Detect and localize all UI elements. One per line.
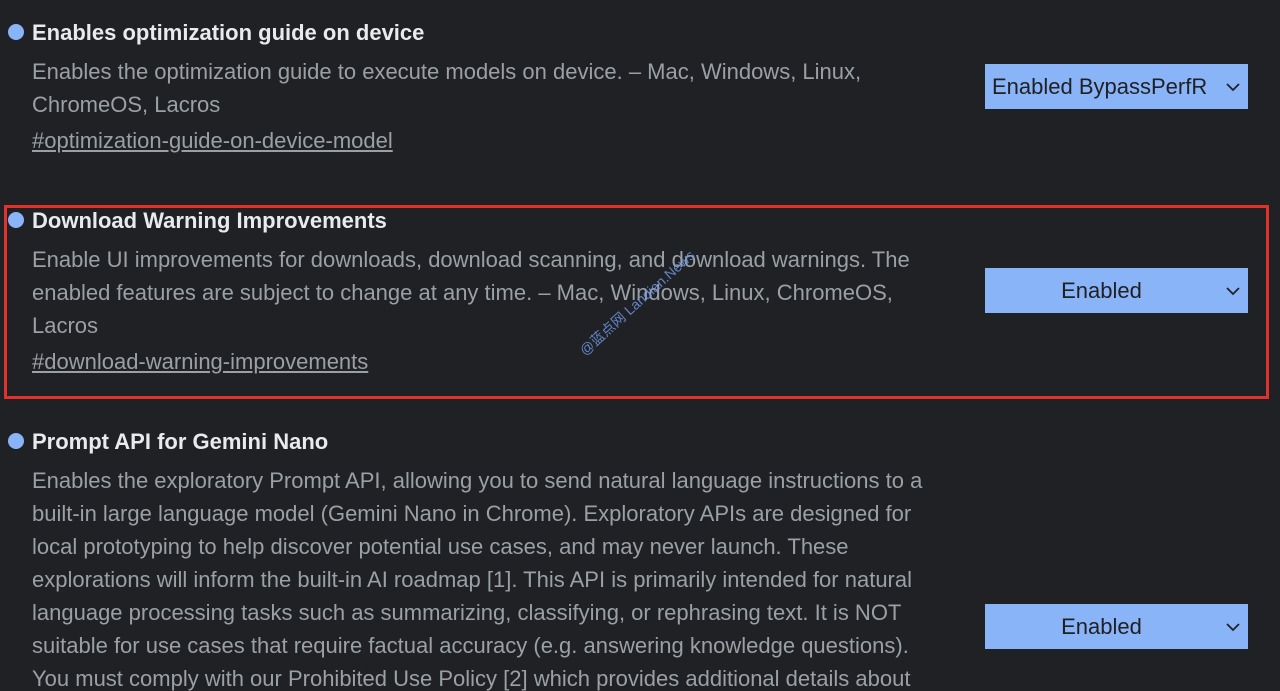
experiment-state-select[interactable]: Enabled	[985, 604, 1248, 649]
experiment-title: Enables optimization guide on device	[32, 20, 425, 45]
description-line: language processing tasks such as summar…	[32, 600, 902, 625]
experiment-description: Enables the optimization guide to execut…	[32, 55, 861, 121]
description-line: You must comply with our Prohibited Use …	[32, 666, 911, 691]
chevron-down-icon	[1218, 268, 1248, 313]
select-value: Enabled	[1061, 613, 1142, 639]
experiment-title: Download Warning Improvements	[32, 208, 387, 233]
chevron-down-icon	[1218, 64, 1248, 109]
select-value: Enabled	[1061, 277, 1142, 303]
experiment-state-select[interactable]: Enabled BypassPerfR	[985, 64, 1248, 109]
experiment-dot-icon	[8, 212, 24, 228]
experiment-dot-icon	[8, 24, 24, 40]
experiment-description: Enables the exploratory Prompt API, allo…	[32, 464, 922, 691]
description-line: Enables the optimization guide to execut…	[32, 59, 862, 84]
select-value: Enabled BypassPerfR	[992, 73, 1208, 99]
chevron-down-icon	[1218, 604, 1248, 649]
description-line: Enable UI improvements for downloads, do…	[32, 247, 910, 272]
description-line: Enables the exploratory Prompt API, allo…	[32, 468, 923, 493]
description-line: Lacros	[32, 313, 99, 338]
description-line: suitable for use cases that require fact…	[32, 633, 909, 658]
experiment-state-select[interactable]: Enabled	[985, 268, 1248, 313]
experiment-title: Prompt API for Gemini Nano	[32, 429, 329, 454]
experiment-description: Enable UI improvements for downloads, do…	[32, 243, 910, 342]
description-line: built-in large language model (Gemini Na…	[32, 501, 912, 526]
description-line: ChromeOS, Lacros	[32, 92, 221, 117]
description-line: local prototyping to help discover poten…	[32, 534, 849, 559]
description-line: enabled features are subject to change a…	[32, 280, 893, 305]
experiment-permalink[interactable]: #optimization-guide-on-device-model	[32, 128, 393, 154]
description-line: explorations will inform the built-in AI…	[32, 567, 912, 592]
experiment-dot-icon	[8, 433, 24, 449]
experiment-permalink[interactable]: #download-warning-improvements	[32, 349, 368, 375]
